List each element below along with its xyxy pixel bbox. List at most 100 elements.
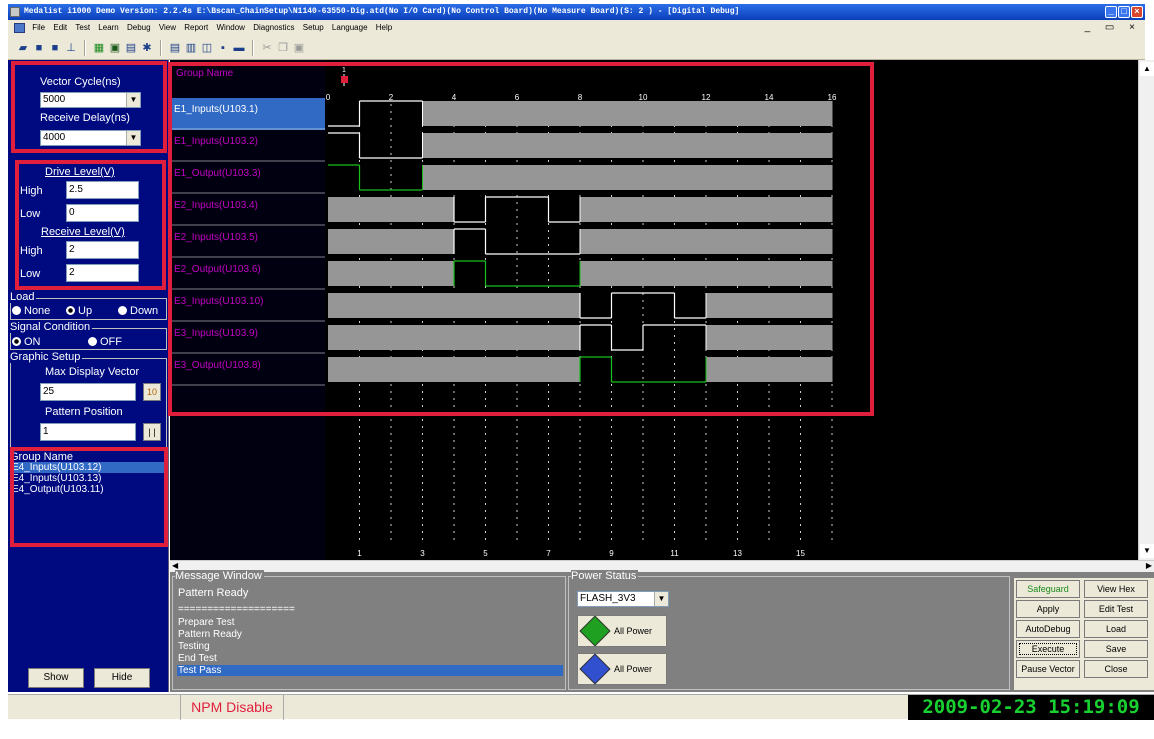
signal-on-radio[interactable]: ON — [12, 336, 41, 348]
close-icon[interactable]: × — [1131, 6, 1143, 18]
load-up-radio[interactable]: Up — [66, 305, 92, 317]
menu-report[interactable]: Report — [181, 20, 211, 36]
list-item[interactable]: Prepare Test — [177, 617, 563, 628]
load-button[interactable]: Load — [1084, 620, 1148, 638]
signal-name[interactable]: E2_Inputs(U103.5) — [174, 232, 258, 243]
scroll-down-icon[interactable]: ▼ — [1140, 544, 1154, 558]
autodebug-button[interactable]: AutoDebug — [1016, 620, 1080, 638]
list-item[interactable]: Pattern Ready — [177, 588, 563, 601]
execute-button[interactable]: Execute — [1016, 640, 1080, 658]
mdi-child-icon[interactable] — [14, 23, 25, 33]
open-folder-icon[interactable]: ▰ — [16, 41, 30, 55]
scroll-right-icon[interactable]: ▶ — [1146, 561, 1152, 570]
menu-edit[interactable]: Edit — [50, 20, 70, 36]
pattern-position-input[interactable]: 1 — [40, 423, 136, 441]
hide-button[interactable]: Hide — [94, 668, 150, 688]
max-display-vector-input[interactable]: 25 — [40, 383, 136, 401]
horizontal-scrollbar[interactable]: ◀ ▶ — [170, 560, 1154, 572]
menu-window[interactable]: Window — [214, 20, 248, 36]
menu-learn[interactable]: Learn — [95, 20, 121, 36]
receive-delay-select[interactable]: 4000 ▼ — [40, 130, 141, 146]
time-tick-label: 8 — [578, 93, 583, 102]
power-rail-select[interactable]: FLASH_3V3 ▼ — [577, 591, 669, 607]
menu-help[interactable]: Help — [373, 20, 395, 36]
chevron-down-icon[interactable]: ▼ — [126, 93, 140, 107]
pulse-icon[interactable]: ⊥ — [64, 41, 78, 55]
vector-cycle-label: Vector Cycle(ns) — [40, 76, 121, 88]
waveform-view[interactable]: Group Name 0 2 4 6 8 10 12 14 16 1 E1_Inputs(U103.1… — [170, 60, 1138, 560]
vector-cycle-select[interactable]: 5000 ▼ — [40, 92, 141, 108]
cursor-marker[interactable] — [341, 76, 348, 83]
max-display-vector-button[interactable]: 10 — [143, 383, 161, 401]
module-icon[interactable]: ▣ — [108, 41, 122, 55]
signal-name[interactable]: E3_Output(U103.8) — [174, 360, 261, 371]
menu-file[interactable]: File — [29, 20, 48, 36]
menu-test[interactable]: Test — [72, 20, 93, 36]
bug-icon[interactable]: ✱ — [140, 41, 154, 55]
minimize-icon[interactable]: _ — [1105, 6, 1117, 18]
signal-name[interactable]: E1_Inputs(U103.2) — [174, 136, 258, 147]
signal-off-radio[interactable]: OFF — [88, 336, 122, 348]
signal-name[interactable]: E1_Inputs(U103.1) — [174, 104, 258, 115]
mdi-window-controls[interactable]: _ ▭ × — [1085, 20, 1141, 36]
edit-test-button[interactable]: Edit Test — [1084, 600, 1148, 618]
arrange-icon[interactable]: ▪ — [216, 41, 230, 55]
paste-icon[interactable]: ▣ — [292, 41, 306, 55]
signal-name[interactable]: E1_Output(U103.3) — [174, 168, 261, 179]
cascade-icon[interactable]: ▤ — [168, 41, 182, 55]
scroll-left-icon[interactable]: ◀ — [172, 561, 178, 570]
receive-low-input[interactable]: 2 — [66, 264, 139, 282]
signal-name[interactable]: E2_Inputs(U103.4) — [174, 200, 258, 211]
board-icon[interactable]: ▦ — [92, 41, 106, 55]
load-down-radio[interactable]: Down — [118, 305, 158, 317]
safeguard-button[interactable]: Safeguard — [1016, 580, 1080, 598]
menu-debug[interactable]: Debug — [124, 20, 154, 36]
list-item[interactable]: E4_Output(U103.11) — [10, 484, 166, 495]
chip-icon[interactable]: ▤ — [124, 41, 138, 55]
view-hex-button[interactable]: View Hex — [1084, 580, 1148, 598]
drive-low-input[interactable]: 0 — [66, 204, 139, 222]
save-all-icon[interactable]: ■ — [48, 41, 62, 55]
group-name-list[interactable]: E4_Inputs(U103.12) E4_Inputs(U103.13) E4… — [10, 462, 166, 542]
list-item[interactable]: Pattern Ready — [177, 629, 563, 640]
chevron-down-icon[interactable]: ▼ — [126, 131, 140, 145]
save-icon[interactable]: ■ — [32, 41, 46, 55]
copy-icon[interactable]: ❐ — [276, 41, 290, 55]
waveform-canvas[interactable]: Group Name0 2 4 6 8 10 12 14 161E1_Inputs(U103.1… — [170, 60, 1138, 560]
menu-view[interactable]: View — [156, 20, 179, 36]
save-button[interactable]: Save — [1084, 640, 1148, 658]
pause-vector-button[interactable]: Pause Vector — [1016, 660, 1080, 678]
signal-name[interactable]: E3_Inputs(U103.9) — [174, 328, 258, 339]
menu-language[interactable]: Language — [329, 20, 371, 36]
apply-parameter-button[interactable]: Apply Parameter — [1016, 600, 1080, 630]
signal-name[interactable]: E2_Output(U103.6) — [174, 264, 261, 275]
list-item[interactable]: End Test — [177, 653, 563, 664]
scroll-up-icon[interactable]: ▲ — [1140, 62, 1154, 76]
vector-tick-label: 1 — [357, 549, 362, 558]
signal-name[interactable]: E3_Inputs(U103.10) — [174, 296, 264, 307]
tile-vertical-icon[interactable]: ◫ — [200, 41, 214, 55]
radio-label: ON — [24, 336, 41, 348]
all-power-on-button[interactable]: All Power On — [577, 615, 667, 666]
tile-horizontal-icon[interactable]: ▥ — [184, 41, 198, 55]
list-item[interactable]: ==================== — [177, 604, 563, 615]
list-item[interactable]: E4_Inputs(U103.13) — [10, 473, 166, 484]
load-none-radio[interactable]: None — [12, 305, 50, 317]
receive-high-input[interactable]: 2 — [66, 241, 139, 259]
list-item[interactable]: Testing — [177, 641, 563, 652]
all-power-off-button[interactable]: All Power Off — [577, 653, 667, 704]
menu-setup[interactable]: Setup — [300, 20, 327, 36]
drive-high-input[interactable]: 2.5 — [66, 181, 139, 199]
chevron-down-icon[interactable]: ▼ — [654, 592, 668, 606]
show-button[interactable]: Show — [28, 668, 84, 688]
list-item[interactable]: Test Pass — [177, 665, 563, 676]
minimize-all-icon[interactable]: ▬ — [232, 41, 246, 55]
menu-diagnostics[interactable]: Diagnostics — [250, 20, 297, 36]
list-item[interactable]: E4_Inputs(U103.12) — [10, 462, 166, 473]
vertical-scrollbar[interactable]: ▲ ▼ — [1138, 60, 1154, 560]
maximize-icon[interactable]: □ — [1118, 6, 1130, 18]
close-button[interactable]: Close — [1084, 660, 1148, 678]
high-impedance-segment — [485, 101, 518, 126]
pattern-position-button[interactable]: | | — [143, 423, 161, 441]
cut-icon[interactable]: ✂ — [260, 41, 274, 55]
